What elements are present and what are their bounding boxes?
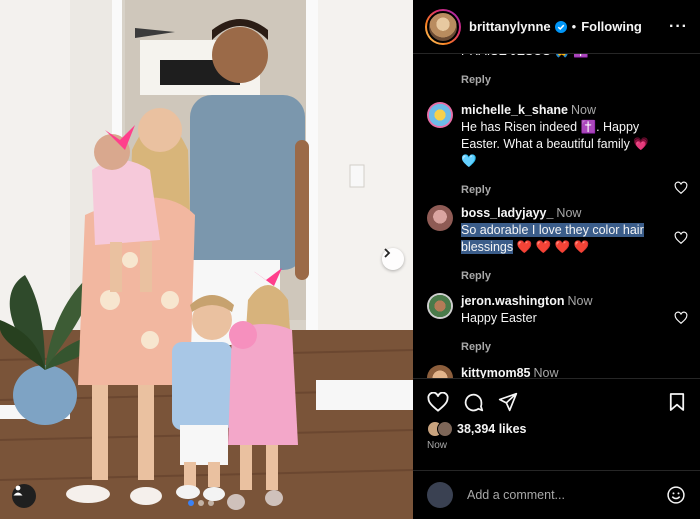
reply-button[interactable]: Reply [461, 72, 661, 89]
tagged-users-button[interactable] [12, 484, 36, 508]
carousel-indicator [188, 500, 214, 506]
comment-text: ❤️ ❤️ ❤️ ❤️ [513, 240, 590, 254]
likes-row[interactable]: 38,394 likes [427, 421, 527, 437]
verified-badge-icon [554, 20, 567, 33]
comment-like-heart-icon[interactable] [674, 231, 688, 245]
share-send-icon[interactable] [498, 392, 518, 412]
comments-list[interactable]: PRAISE JESUS 🙏 ✝️ Reply michelle_k_shane… [413, 45, 700, 378]
liker-avatar [437, 421, 453, 437]
author-avatar[interactable] [425, 8, 461, 45]
carousel-dot [198, 500, 204, 506]
emoji-smiley-icon[interactable] [666, 485, 686, 505]
comment-time: Now [556, 206, 582, 220]
comment-time: Now [571, 103, 597, 117]
carousel-next-button[interactable] [382, 248, 404, 270]
comment-username[interactable]: michelle_k_shane [461, 103, 568, 117]
reply-button[interactable]: Reply [461, 182, 661, 199]
comment-text: Happy Easter [461, 311, 537, 325]
post-timestamp: Now [427, 440, 448, 451]
post-side-panel: PRAISE JESUS 🙏 ✝️ Reply michelle_k_shane… [413, 0, 700, 519]
comment-item: jeron.washington Now Happy Easter Reply [427, 293, 699, 356]
save-bookmark-icon[interactable] [669, 392, 685, 412]
comment-avatar[interactable] [427, 293, 453, 319]
comment-bubble-icon[interactable] [463, 392, 484, 413]
comment-composer [413, 471, 700, 519]
comment-item: boss_ladyjayy_ Now So adorable I love the… [427, 205, 699, 285]
comment-item: kittymom85 Now [427, 365, 699, 378]
carousel-dot [208, 500, 214, 506]
comment-time: Now [533, 366, 559, 378]
user-icon [13, 485, 23, 496]
like-heart-icon[interactable] [427, 392, 449, 412]
comment-username[interactable]: kittymom85 [461, 366, 530, 378]
comment-like-heart-icon[interactable] [674, 181, 688, 195]
current-user-avatar [427, 482, 453, 508]
author-username[interactable]: brittanylynne [469, 19, 551, 34]
family-photo-illustration [0, 0, 413, 519]
reply-button[interactable]: Reply [461, 339, 661, 356]
comment-username[interactable]: boss_ladyjayy_ [461, 206, 553, 220]
post-actions: 38,394 likes Now [413, 378, 700, 471]
post-header: brittanylynne • Following ··· [413, 0, 700, 54]
comment-avatar[interactable] [427, 102, 453, 128]
post-photo[interactable] [0, 0, 413, 519]
following-button[interactable]: Following [581, 19, 642, 34]
comment-username[interactable]: jeron.washington [461, 294, 564, 308]
more-options-button[interactable]: ··· [669, 18, 688, 36]
header-separator: • [571, 19, 577, 34]
reply-button[interactable]: Reply [461, 268, 661, 285]
comment-avatar[interactable] [427, 205, 453, 231]
comment-like-heart-icon[interactable] [674, 311, 688, 325]
comment-avatar[interactable] [427, 365, 453, 378]
add-comment-input[interactable] [467, 488, 666, 502]
carousel-dot-active [188, 500, 194, 506]
comment-item: michelle_k_shane Now He has Risen indeed … [427, 102, 699, 199]
comment-time: Now [567, 294, 593, 308]
likes-count[interactable]: 38,394 likes [457, 422, 527, 436]
chevron-right-icon [384, 248, 391, 258]
comment-text: He has Risen indeed ✝️. Happy Easter. Wh… [461, 120, 649, 168]
